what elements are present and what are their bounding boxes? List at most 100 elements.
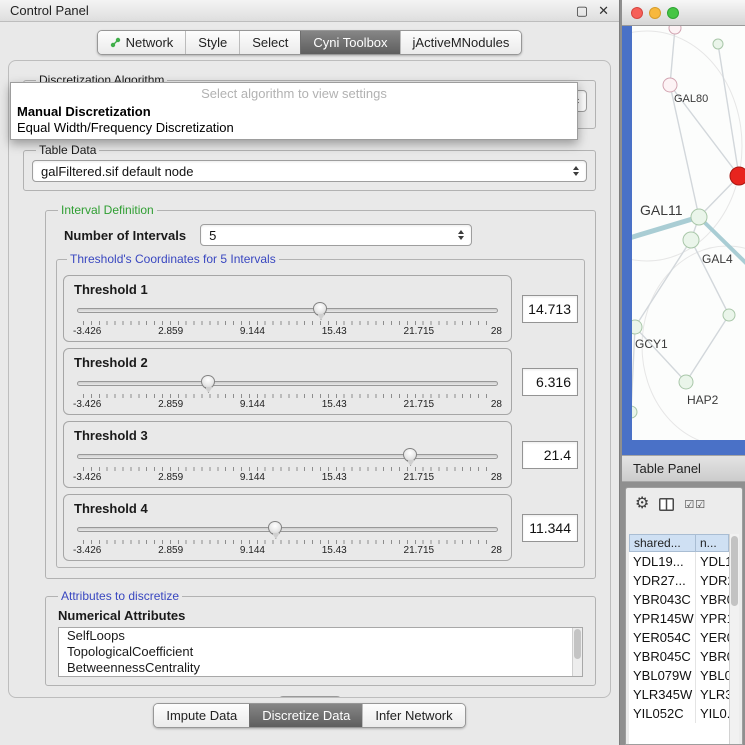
- table-cell: YLR345W: [629, 685, 695, 704]
- tab-jactivemnodules[interactable]: jActiveMNodules: [400, 31, 522, 54]
- attribute-list-scrollbar[interactable]: [572, 628, 582, 676]
- scale-label: 2.859: [158, 399, 183, 410]
- network-node[interactable]: [632, 320, 642, 334]
- threshold-slider[interactable]: [77, 302, 498, 319]
- threshold-slider[interactable]: [77, 521, 498, 538]
- slider-thumb[interactable]: [201, 375, 215, 389]
- threshold-value-field[interactable]: 14.713: [522, 295, 578, 323]
- table-row[interactable]: YDR27...YDR2...: [629, 571, 729, 590]
- slider-thumb[interactable]: [268, 521, 282, 535]
- column-header[interactable]: shared...: [629, 534, 695, 552]
- scrollbar-thumb[interactable]: [574, 629, 581, 659]
- checkboxes-icon[interactable]: ☑☑: [684, 498, 706, 511]
- tab-impute-data[interactable]: Impute Data: [154, 704, 249, 727]
- list-item[interactable]: SelfLoops: [59, 628, 582, 644]
- network-node[interactable]: [723, 309, 735, 321]
- tab-network[interactable]: Network: [98, 31, 186, 54]
- node-table[interactable]: shared...n... YDL19...YDL1...YDR27...YDR…: [629, 534, 729, 744]
- scale-label: 2.859: [158, 472, 183, 483]
- slider-track[interactable]: [77, 454, 498, 459]
- network-node[interactable]: [691, 209, 707, 225]
- number-of-intervals-select[interactable]: 5: [200, 224, 472, 246]
- float-window-icon[interactable]: ▢: [576, 4, 588, 17]
- scale-label: 9.144: [240, 326, 265, 337]
- scale-label: 2.859: [158, 545, 183, 556]
- tab-style[interactable]: Style: [185, 31, 239, 54]
- threshold-list: Threshold 1-3.4262.8599.14415.4321.71528…: [63, 275, 578, 561]
- top-tabs: Network StyleSelectCyni ToolboxjActiveMNo…: [97, 30, 523, 55]
- table-cell: YIL0...: [695, 704, 729, 723]
- network-view-window[interactable]: GAL80GAL11GAL4GCY1HAP2: [622, 0, 745, 455]
- close-traffic-light-icon[interactable]: [631, 7, 643, 19]
- threshold-slider[interactable]: [77, 375, 498, 392]
- scale-label: -3.426: [73, 472, 101, 483]
- network-node[interactable]: [713, 39, 723, 49]
- column-header[interactable]: n...: [695, 534, 729, 552]
- table-row[interactable]: YPR145WYPR1...: [629, 609, 729, 628]
- apply-button[interactable]: Apply: [278, 696, 342, 698]
- list-item[interactable]: TopologicalCoefficient: [59, 644, 582, 660]
- network-canvas[interactable]: GAL80GAL11GAL4GCY1HAP2: [632, 26, 745, 440]
- table-cell: YBL079W: [629, 666, 695, 685]
- threshold-value-field[interactable]: 6.316: [522, 368, 578, 396]
- combo-stepper-icon[interactable]: [454, 225, 468, 245]
- threshold-value-field[interactable]: 11.344: [522, 514, 578, 542]
- scale-label: -3.426: [73, 326, 101, 337]
- gear-icon[interactable]: ⚙: [635, 496, 649, 512]
- algorithm-option-equal-width-frequency-discretization[interactable]: Equal Width/Frequency Discretization: [11, 119, 577, 135]
- network-node[interactable]: [683, 232, 699, 248]
- scrollbar-thumb[interactable]: [731, 536, 738, 606]
- table-cell: YPR145W: [629, 609, 695, 628]
- slider-thumb[interactable]: [403, 448, 417, 462]
- threshold-panel: Threshold 4-3.4262.8599.14415.4321.71528: [63, 494, 512, 561]
- table-row[interactable]: YIL052CYIL0...: [629, 704, 729, 723]
- table-panel-header: Table Panel: [622, 455, 745, 482]
- table-row[interactable]: YLR345WYLR3...: [629, 685, 729, 704]
- list-item[interactable]: BetweennessCentrality: [59, 660, 582, 676]
- minimize-traffic-light-icon[interactable]: [649, 7, 661, 19]
- zoom-traffic-light-icon[interactable]: [667, 7, 679, 19]
- background-arc: [632, 31, 742, 261]
- table-row[interactable]: YBR043CYBR0...: [629, 590, 729, 609]
- slider-track[interactable]: [77, 308, 498, 313]
- slider-track[interactable]: [77, 527, 498, 532]
- combo-stepper-icon[interactable]: [569, 161, 583, 181]
- algorithm-option-manual-discretization[interactable]: Manual Discretization: [11, 103, 577, 119]
- algorithm-placeholder-option: Select algorithm to view settings: [11, 83, 577, 103]
- tab-cyni-toolbox[interactable]: Cyni Toolbox: [300, 31, 399, 54]
- table-row[interactable]: YDL19...YDL1...: [629, 552, 729, 571]
- network-edge: [670, 28, 675, 85]
- table-scrollbar[interactable]: [729, 534, 739, 744]
- threshold-row: Threshold 4-3.4262.8599.14415.4321.71528…: [63, 494, 578, 561]
- network-node[interactable]: [663, 78, 677, 92]
- network-node[interactable]: [632, 406, 637, 418]
- attribute-list[interactable]: SelfLoopsTopologicalCoefficientBetweenne…: [58, 627, 583, 677]
- attributes-group: Attributes to discretize Numerical Attri…: [45, 589, 596, 686]
- table-row[interactable]: YBL079WYBL0...: [629, 666, 729, 685]
- table-row[interactable]: YBR045CYBR0...: [629, 647, 729, 666]
- slider-track[interactable]: [77, 381, 498, 386]
- node-label: HAP2: [687, 393, 719, 407]
- close-window-icon[interactable]: ✕: [598, 4, 609, 17]
- slider-scale: -3.4262.8599.14415.4321.71528: [73, 399, 502, 410]
- slider-ticks: [83, 394, 492, 398]
- threshold-value-field[interactable]: 21.4: [522, 441, 578, 469]
- network-node[interactable]: [679, 375, 693, 389]
- table-cell: YBR045C: [629, 647, 695, 666]
- thresholds-group: Threshold's Coordinates for 5 Intervals …: [56, 252, 585, 568]
- table-data-select[interactable]: galFiltered.sif default node: [32, 160, 587, 182]
- tab-label: Discretize Data: [262, 708, 350, 723]
- network-node[interactable]: [669, 26, 681, 34]
- network-graph[interactable]: GAL80GAL11GAL4GCY1HAP2: [632, 26, 745, 440]
- tab-label: Network: [126, 35, 174, 50]
- table-row[interactable]: YER054CYER0...: [629, 628, 729, 647]
- apply-row: Apply: [23, 696, 596, 698]
- tab-infer-network[interactable]: Infer Network: [362, 704, 464, 727]
- columns-icon[interactable]: [659, 498, 674, 511]
- tab-select[interactable]: Select: [239, 31, 300, 54]
- slider-thumb[interactable]: [313, 302, 327, 316]
- network-node[interactable]: [730, 167, 745, 185]
- threshold-slider[interactable]: [77, 448, 498, 465]
- tab-discretize-data[interactable]: Discretize Data: [249, 704, 362, 727]
- scale-label: 28: [491, 545, 502, 556]
